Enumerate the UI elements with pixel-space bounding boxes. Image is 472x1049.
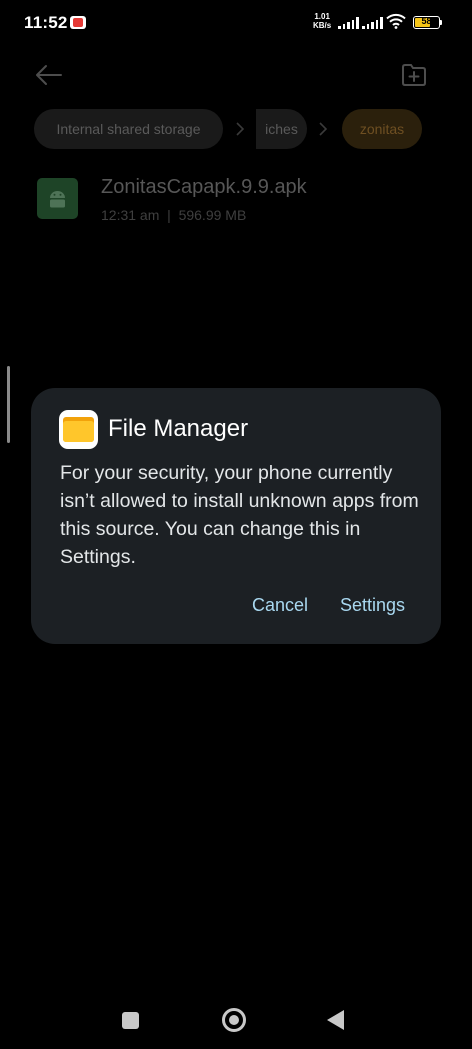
navigation-bar (0, 1000, 472, 1049)
android-apk-icon (37, 178, 78, 219)
breadcrumb-item-internal-storage[interactable]: Internal shared storage (34, 109, 223, 149)
breadcrumb-item-iches[interactable]: iches (256, 109, 307, 149)
cancel-button[interactable]: Cancel (252, 595, 308, 616)
file-size: 596.99 MB (178, 207, 247, 223)
new-folder-icon[interactable] (400, 61, 428, 89)
fast-scroll-handle[interactable] (7, 366, 10, 443)
dialog-message: For your security, your phone currently … (60, 462, 419, 568)
breadcrumb-item-zonitas[interactable]: zonitas (342, 109, 422, 149)
file-name: ZonitasCapapk.9.9.apk (101, 176, 307, 198)
settings-button[interactable]: Settings (340, 595, 405, 616)
home-circle-icon[interactable] (222, 1008, 246, 1032)
back-triangle-icon[interactable] (327, 1010, 344, 1030)
chevron-right-icon (236, 122, 245, 136)
install-blocked-dialog: File Manager For your security, your pho… (31, 388, 441, 644)
recents-square-icon[interactable] (122, 1012, 139, 1029)
file-time: 12:31 am (101, 207, 160, 223)
file-meta: 12:31 am | 596.99 MB (101, 207, 246, 223)
dialog-title: File Manager (108, 415, 249, 442)
file-meta-separator: | (167, 207, 171, 223)
file-list-item[interactable]: ZonitasCapapk.9.9.apk 12:31 am | 596.99 … (37, 176, 457, 224)
chevron-right-icon (319, 122, 328, 136)
file-manager-folder-icon (59, 410, 98, 449)
breadcrumb: Internal shared storage iches zonitas (34, 109, 472, 149)
arrow-left-icon[interactable] (32, 60, 64, 90)
screen: 11:52 1.01 KB/s 58 Internal shared stora… (0, 0, 472, 1049)
